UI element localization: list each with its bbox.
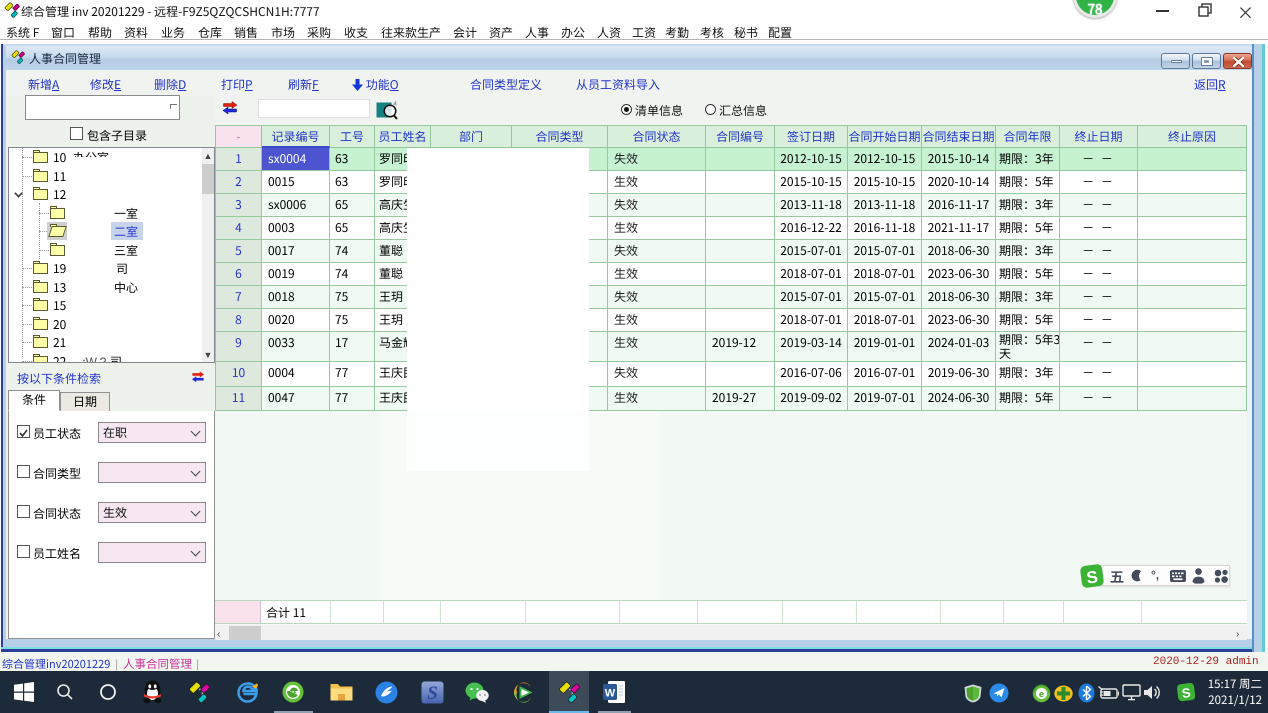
svg-text:S: S [427,683,438,704]
svg-text:S: S [1085,567,1099,587]
svg-text:e: e [1039,689,1044,700]
svg-text:e: e [290,685,297,699]
svg-text:W: W [605,688,616,700]
